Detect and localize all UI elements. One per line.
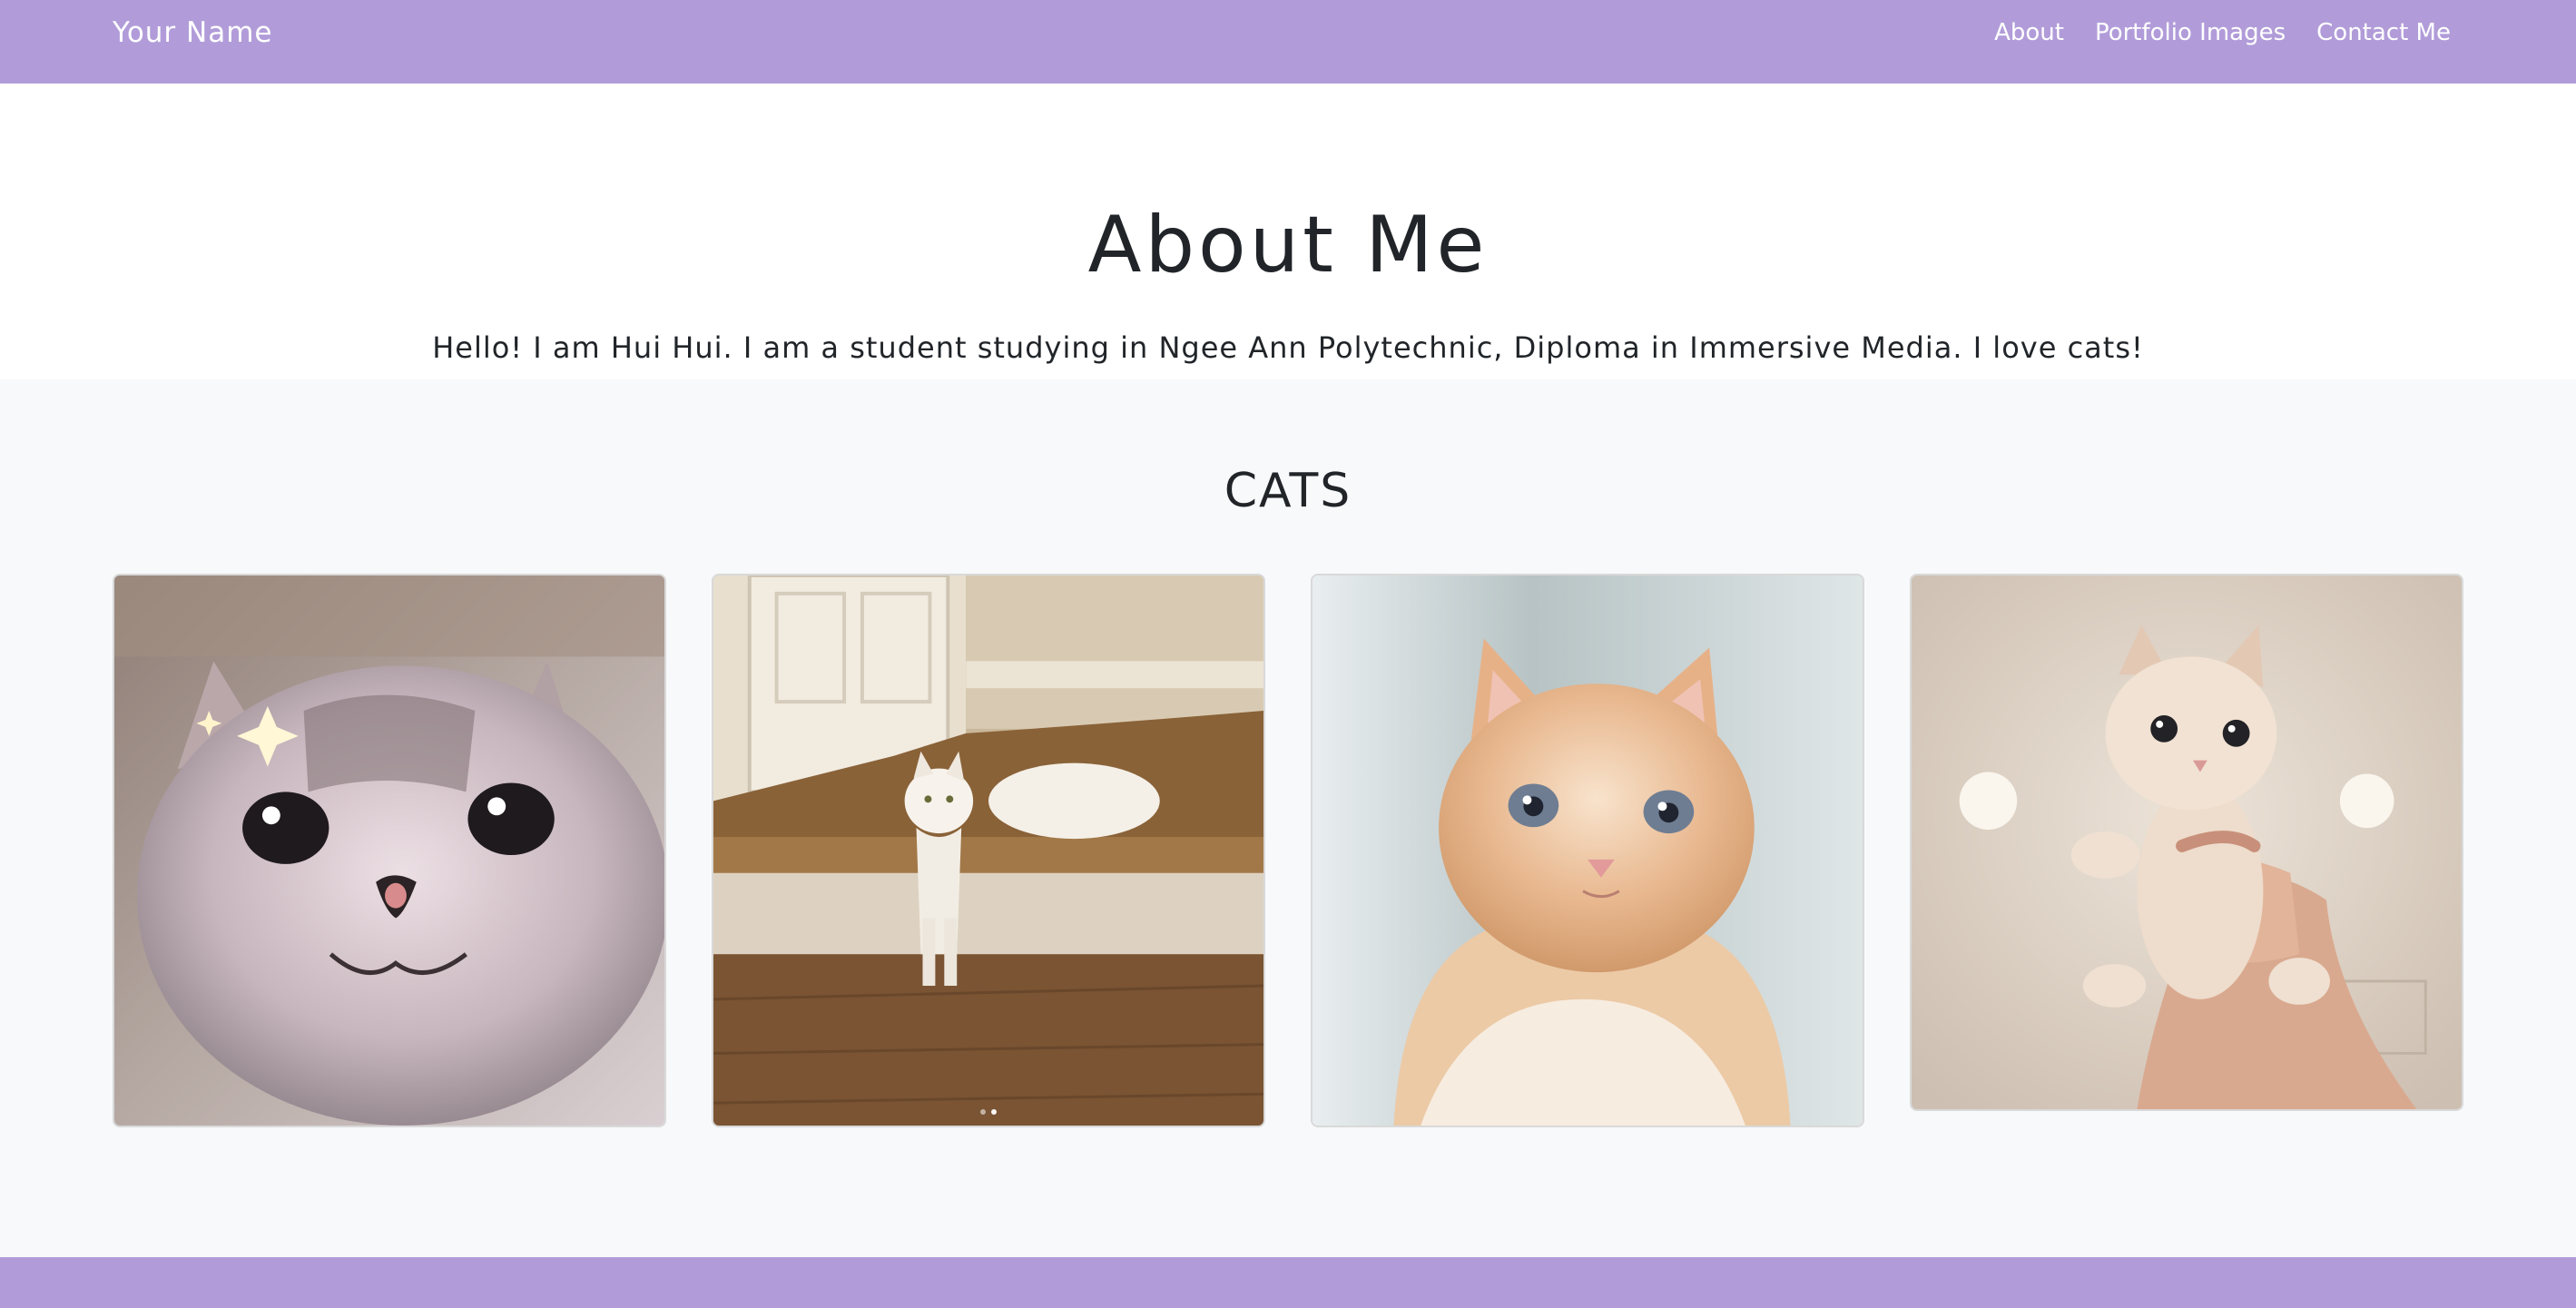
kitten-in-hand-photo [1912, 575, 2462, 1109]
about-section: About Me Hello! I am Hui Hui. I am a stu… [0, 84, 2576, 379]
about-text: Hello! I am Hui Hui. I am a student stud… [432, 330, 2144, 365]
carousel-dot-1[interactable] [980, 1109, 986, 1115]
cats-title: CATS [1224, 464, 1352, 518]
footer [0, 1257, 2576, 1308]
white-cat-on-stairs-photo [713, 575, 1263, 1126]
about-title: About Me [1087, 200, 1489, 290]
cat-image-card-2[interactable] [712, 574, 1265, 1127]
cat-image-card-1[interactable] [113, 574, 666, 1127]
carousel-indicators [713, 1109, 1263, 1115]
nav-links: About Portfolio Images Contact Me [1994, 16, 2451, 49]
carousel-dot-2[interactable] [991, 1109, 997, 1115]
nav-link-portfolio-images[interactable]: Portfolio Images [2095, 16, 2286, 49]
brand-link[interactable]: Your Name [113, 15, 273, 51]
navbar: Your Name About Portfolio Images Contact… [0, 0, 2576, 84]
nav-link-contact-me[interactable]: Contact Me [2316, 16, 2451, 49]
nav-link-about[interactable]: About [1994, 16, 2064, 49]
cat-image-card-3[interactable] [1311, 574, 1864, 1127]
sparkle-cat-selfie-photo [114, 575, 664, 1126]
orange-kitten-photo [1313, 575, 1863, 1126]
cat-image-card-4[interactable] [1910, 574, 2463, 1111]
cats-section: CATS [0, 379, 2576, 1257]
